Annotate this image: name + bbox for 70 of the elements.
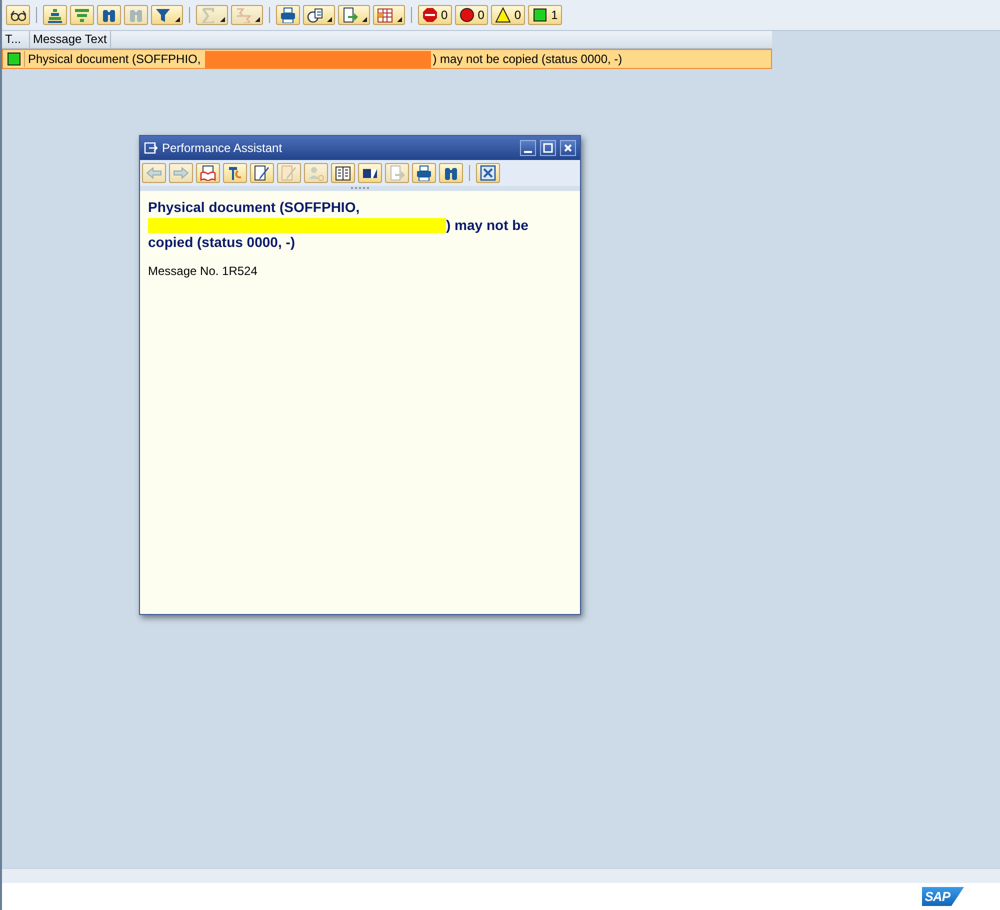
toolbar-button[interactable] <box>331 163 355 183</box>
book-icon <box>335 165 351 181</box>
dropdown-arrow-icon <box>220 17 225 22</box>
maximize-button[interactable] <box>540 140 556 156</box>
message-heading: ) may not be copied (status 0000, -) <box>148 216 528 250</box>
toolbar-button[interactable] <box>97 5 121 25</box>
binoculars-icon <box>443 165 459 181</box>
pencil-icon <box>254 165 270 181</box>
toolbar-button[interactable] <box>373 5 405 25</box>
message-count-button[interactable]: 0 <box>491 5 526 25</box>
pencil-icon <box>281 165 297 181</box>
export-icon <box>342 7 358 23</box>
close-button[interactable] <box>560 140 576 156</box>
splitter-handle[interactable] <box>350 186 370 189</box>
table-row[interactable]: Physical document (SOFFPHIO, ) may not be copied (status 0000, -) <box>2 49 772 69</box>
message-count-button[interactable]: 1 <box>528 5 562 25</box>
toolbar-button[interactable] <box>43 5 67 25</box>
close-icon <box>562 142 574 154</box>
binoculars-plus-icon <box>128 7 144 23</box>
toolbar-button[interactable] <box>338 5 370 25</box>
printer-icon <box>416 165 432 181</box>
minimize-icon <box>524 151 532 153</box>
toolbar-button[interactable] <box>6 5 30 25</box>
toolbar-button[interactable] <box>196 163 220 183</box>
column-header[interactable]: Message Text <box>30 31 111 48</box>
dropdown-arrow-icon <box>255 17 260 22</box>
toolbar-button[interactable] <box>276 5 300 25</box>
toolbar-button[interactable] <box>412 163 436 183</box>
message-number: Message No. 1R524 <box>148 264 258 278</box>
toolbar-button[interactable] <box>151 5 183 25</box>
toolbar-button[interactable] <box>476 163 500 183</box>
forward-arrow-icon <box>173 165 189 181</box>
sort-icon <box>47 7 63 23</box>
message-text: ) may not be copied (status 0000, -) <box>432 52 622 66</box>
window-icon <box>144 141 158 155</box>
dropdown-arrow-icon <box>327 17 332 22</box>
message-count-button[interactable]: 0 <box>418 5 452 25</box>
toolbar-button[interactable] <box>439 163 463 183</box>
toolbar-button[interactable] <box>358 163 382 183</box>
logo: SAP <box>922 887 964 906</box>
close-icon <box>480 165 496 181</box>
maximize-icon <box>542 142 554 154</box>
book-icon <box>200 165 216 181</box>
message-text: Physical document (SOFFPHIO, <box>28 52 201 66</box>
success-icon <box>532 7 548 23</box>
grid-icon <box>377 7 393 23</box>
message-count-button[interactable]: 0 <box>454 5 488 25</box>
dropdown-arrow-icon <box>362 17 367 22</box>
warning-icon <box>495 7 512 23</box>
dropdown-arrow-icon <box>175 17 180 22</box>
dropdown-arrow-icon <box>397 17 402 22</box>
success-icon <box>6 51 22 67</box>
toolbar-button[interactable] <box>303 5 335 25</box>
toolbar-button[interactable] <box>250 163 274 183</box>
back-arrow-icon <box>146 165 162 181</box>
printer-icon <box>280 7 296 23</box>
filter-lines-icon <box>74 7 90 23</box>
filter-icon <box>155 7 171 23</box>
document-icon <box>307 7 323 23</box>
toolbar-button[interactable] <box>223 163 247 183</box>
sigma-icon <box>200 7 216 23</box>
column-header[interactable]: T... <box>2 31 30 48</box>
person-key-icon <box>308 165 324 181</box>
error-icon <box>458 7 475 23</box>
message-heading: Physical document (SOFFPHIO, <box>148 199 360 215</box>
minimize-button[interactable] <box>520 140 536 156</box>
stop-icon <box>422 7 438 23</box>
export-icon <box>389 165 405 181</box>
binoculars-icon <box>101 7 117 23</box>
window-title: Performance Assistant <box>162 141 284 155</box>
